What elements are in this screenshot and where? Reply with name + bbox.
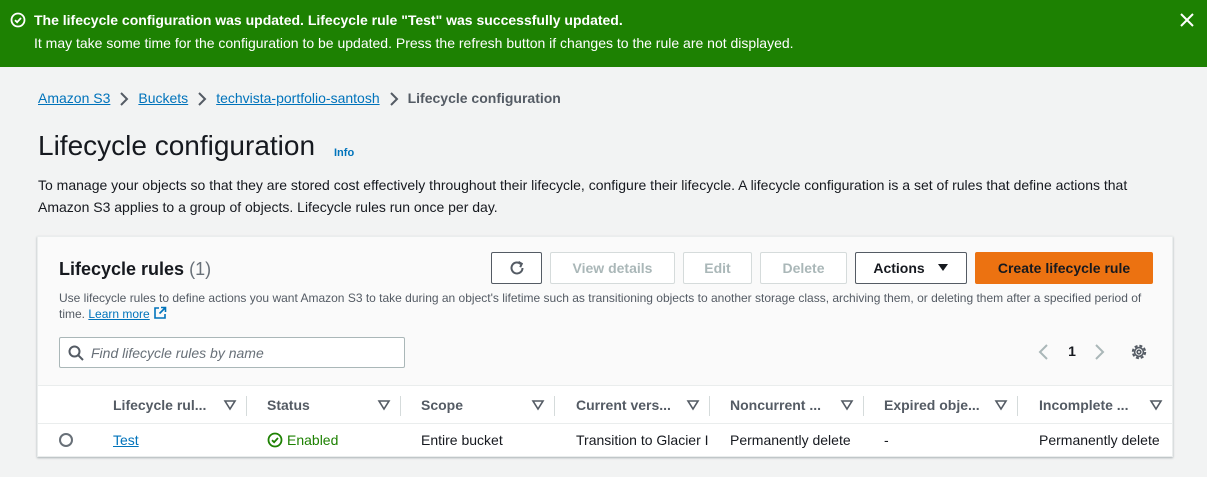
page-number[interactable]: 1 [1062,343,1082,359]
column-label: Status [267,396,310,413]
cell-status: Enabled [267,427,407,453]
chevron-right-icon [380,90,408,106]
create-lifecycle-rule-button[interactable]: Create lifecycle rule [975,252,1153,284]
edit-button[interactable]: Edit [683,252,752,284]
breadcrumb-bucket-name[interactable]: techvista-portfolio-santosh [216,90,379,106]
column-header-name[interactable]: Lifecycle rul... [113,386,247,423]
row-select-radio[interactable] [59,433,73,447]
column-divider [709,396,710,416]
sort-caret-icon [377,399,391,411]
column-header-noncurrent[interactable]: Noncurrent ... [730,386,864,423]
status-badge: Enabled [267,432,338,448]
sort-caret-icon [686,399,700,411]
cell-noncurrent: Permanently delete [730,432,851,448]
column-label: Noncurrent ... [730,396,822,413]
breadcrumb: Amazon S3 Buckets techvista-portfolio-sa… [38,88,561,108]
caret-down-icon [937,264,948,271]
rule-name-link[interactable]: Test [113,432,139,448]
panel-title: Lifecycle rules (1) [59,259,211,280]
sort-caret-icon [1149,399,1163,411]
info-link[interactable]: Info [334,147,354,159]
chevron-right-icon [110,90,138,106]
panel-description: Use lifecycle rules to define actions yo… [59,290,1149,322]
breadcrumb-current: Lifecycle configuration [407,90,561,106]
column-label: Lifecycle rul... [113,396,207,413]
column-header-current-version[interactable]: Current vers... [576,386,710,423]
rule-count: (1) [189,259,212,279]
sort-caret-icon [840,399,854,411]
breadcrumb-amazon-s3[interactable]: Amazon S3 [38,90,110,106]
row-divider [38,423,1172,424]
column-header-expired[interactable]: Expired obje... [884,386,1018,423]
chevron-left-icon[interactable] [1035,343,1053,361]
column-header-incomplete[interactable]: Incomplete ... [1039,386,1172,423]
delete-button[interactable]: Delete [760,252,847,284]
column-divider [400,396,401,416]
flash-title: The lifecycle configuration was updated.… [34,12,623,28]
sort-caret-icon [994,399,1008,411]
gear-icon[interactable] [1130,343,1148,361]
success-check-icon [267,432,283,448]
column-header-status[interactable]: Status [267,386,401,423]
column-label: Expired obje... [884,396,980,413]
cell-incomplete: Permanently delete [1039,432,1160,448]
learn-more-label: Learn more [88,307,150,321]
column-header-scope[interactable]: Scope [421,386,555,423]
flash-message: It may take some time for the configurat… [34,35,794,51]
page-description: To manage your objects so that they are … [38,177,1128,215]
status-text: Enabled [287,432,339,448]
success-flash-banner: The lifecycle configuration was updated.… [0,0,1207,67]
external-link-icon [154,306,167,319]
cell-expired: - [884,432,889,448]
column-label: Current vers... [576,396,671,413]
chevron-right-icon[interactable] [1090,343,1108,361]
column-divider [246,396,247,416]
actions-dropdown-button[interactable]: Actions [855,252,967,284]
column-divider [554,396,555,416]
breadcrumb-buckets[interactable]: Buckets [138,90,188,106]
sort-caret-icon [531,399,545,411]
column-divider [863,396,864,416]
close-icon[interactable] [1179,12,1195,28]
panel-description-text: Use lifecycle rules to define actions yo… [59,291,1142,321]
sort-caret-icon [223,399,237,411]
search-input[interactable] [91,342,391,363]
refresh-icon [510,260,523,275]
view-details-button[interactable]: View details [550,252,675,284]
page-title: Lifecycle configuration [38,130,316,161]
chevron-right-icon [188,90,216,106]
cell-scope: Entire bucket [421,432,503,448]
panel-title-label: Lifecycle rules [59,259,185,279]
learn-more-link[interactable]: Learn more [88,307,149,321]
column-divider [1017,396,1018,416]
lifecycle-rules-panel: Lifecycle rules (1) View details Edit De… [37,236,1173,457]
success-check-icon [10,12,26,28]
column-label: Incomplete ... [1039,396,1129,413]
column-label: Scope [421,396,464,413]
search-box [59,337,405,368]
actions-label: Actions [873,260,925,276]
cell-current-version: Transition to Glacier I [576,432,709,448]
refresh-button[interactable] [491,252,542,284]
search-icon [68,345,84,361]
cell-name: Test [113,427,253,453]
